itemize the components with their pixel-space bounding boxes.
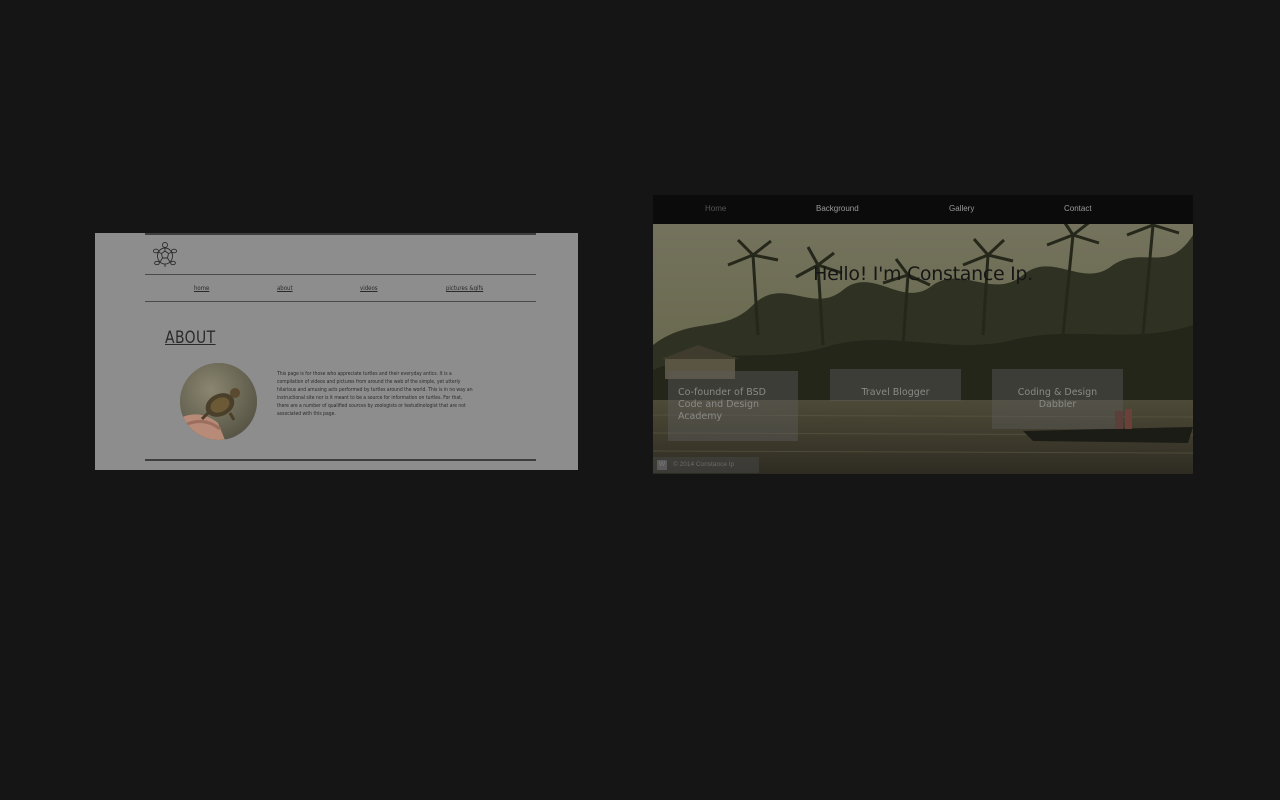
nav-link-background[interactable]: Background	[816, 204, 859, 213]
top-divider	[145, 233, 536, 235]
nav-link-pictures[interactable]: pictures &gifs	[446, 285, 483, 292]
feature-box-travel[interactable]: Travel Blogger	[830, 369, 961, 401]
page-title: ABOUT	[165, 328, 216, 348]
nav-link-home[interactable]: Home	[705, 204, 726, 213]
feature-box-label: Travel Blogger	[861, 387, 930, 398]
nav-top-divider	[145, 274, 536, 275]
turtle-icon	[152, 242, 178, 267]
nav-link-videos[interactable]: videos	[360, 285, 378, 292]
top-nav: Home Background Gallery Contact	[653, 195, 1193, 224]
feature-box-coding[interactable]: Coding & Design Dabbler	[992, 369, 1123, 429]
nav-bottom-divider	[145, 301, 536, 302]
nav-link-contact[interactable]: Contact	[1064, 204, 1092, 213]
footer-bar: W © 2014 Constance Ip	[653, 457, 759, 473]
nav-link-gallery[interactable]: Gallery	[949, 204, 974, 213]
feature-box-label: Co-founder of BSD Code and Design Academ…	[678, 387, 766, 422]
constance-site-thumbnail[interactable]: Home Background Gallery Contact Hello! I…	[653, 195, 1193, 474]
copyright-text: © 2014 Constance Ip	[673, 461, 735, 468]
site-badge-icon[interactable]: W	[657, 460, 667, 470]
feature-box-cofounder[interactable]: Co-founder of BSD Code and Design Academ…	[668, 371, 798, 441]
turtle-photo	[180, 363, 257, 440]
nav-link-about[interactable]: about	[277, 285, 293, 292]
feature-box-label: Coding & Design Dabbler	[1017, 387, 1098, 410]
about-paragraph: This page is for those who appreciate tu…	[277, 371, 473, 417]
bottom-divider	[145, 459, 536, 461]
hero-headline: Hello! I'm Constance Ip.	[813, 263, 1033, 285]
turtle-site-thumbnail[interactable]: home about videos pictures &gifs ABOUT T…	[95, 233, 578, 470]
nav-link-home[interactable]: home	[194, 285, 209, 292]
